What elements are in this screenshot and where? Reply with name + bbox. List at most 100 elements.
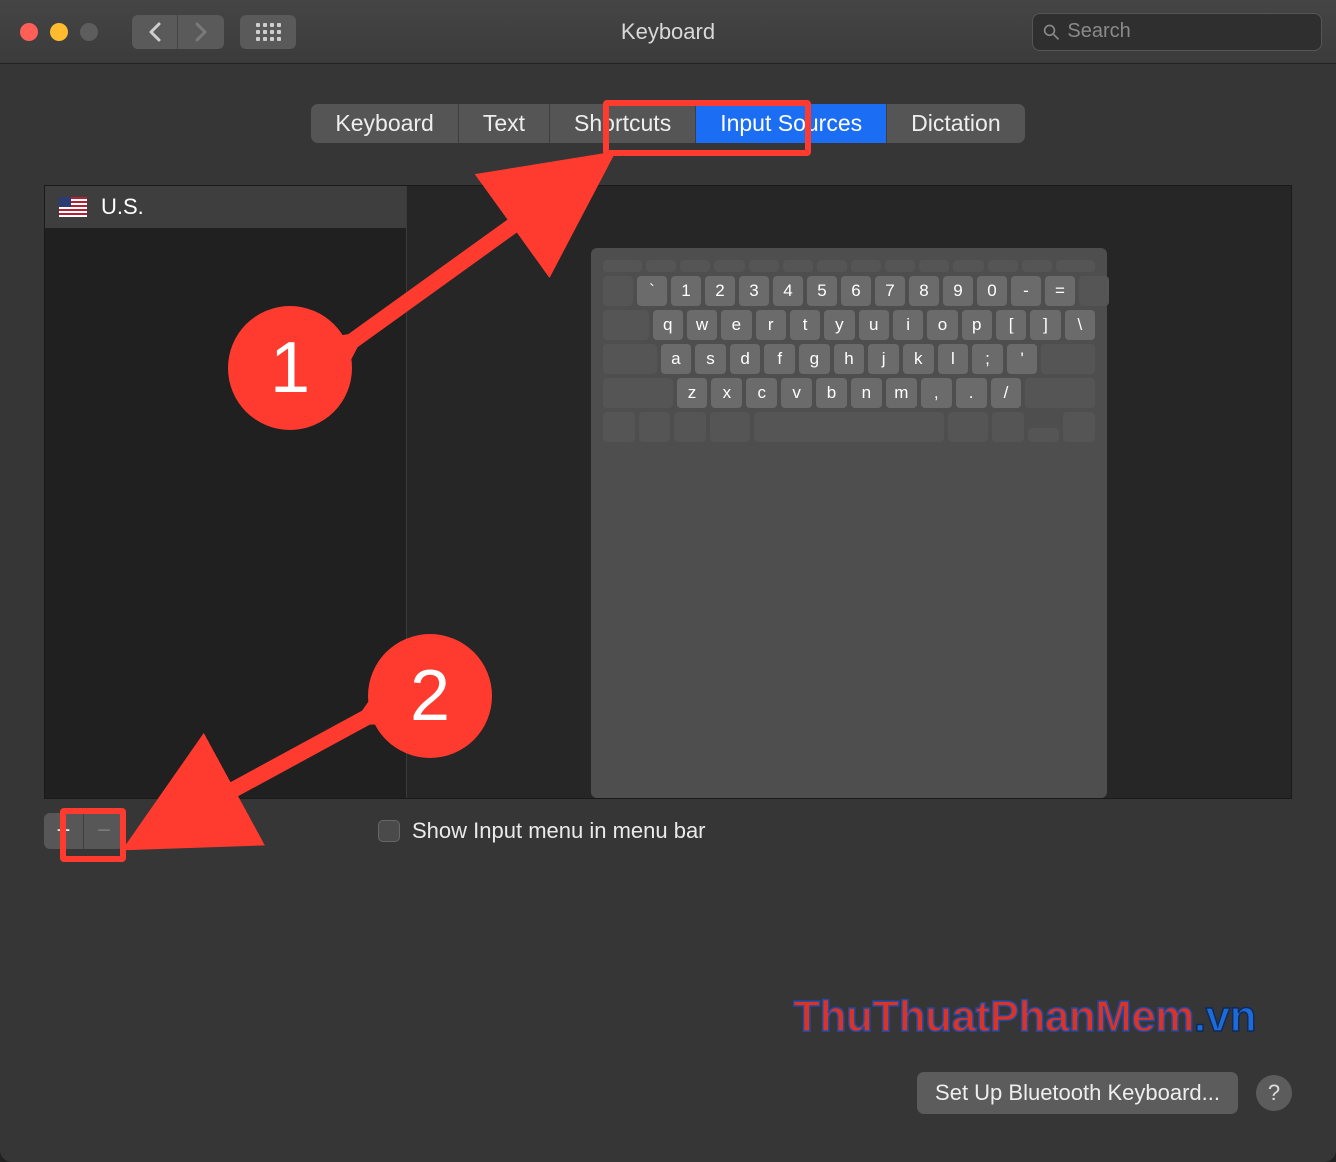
traffic-lights <box>20 23 98 41</box>
remove-source-button[interactable]: − <box>84 813 124 849</box>
sources-footer-row: + − Show Input menu in menu bar <box>44 813 1292 849</box>
titlebar: Keyboard <box>0 0 1336 64</box>
key: 9 <box>943 276 973 306</box>
key: o <box>927 310 957 340</box>
key: t <box>790 310 820 340</box>
nav-buttons <box>132 15 224 49</box>
input-source-row[interactable]: U.S. <box>45 186 406 228</box>
key: m <box>886 378 917 408</box>
key: p <box>962 310 992 340</box>
tab-dictation[interactable]: Dictation <box>887 104 1024 143</box>
key: x <box>711 378 742 408</box>
key: h <box>834 344 865 374</box>
show-input-menu-label: Show Input menu in menu bar <box>412 818 706 844</box>
key: / <box>991 378 1022 408</box>
key: n <box>851 378 882 408</box>
key: s <box>695 344 726 374</box>
tab-input-sources[interactable]: Input Sources <box>696 104 887 143</box>
search-field-wrap[interactable] <box>1032 13 1322 51</box>
key: - <box>1011 276 1041 306</box>
key: e <box>721 310 751 340</box>
zoom-window-button[interactable] <box>80 23 98 41</box>
key: z <box>677 378 708 408</box>
setup-bluetooth-keyboard-button[interactable]: Set Up Bluetooth Keyboard... <box>917 1072 1238 1114</box>
chevron-left-icon <box>148 22 161 42</box>
watermark-part1: ThuThuatPhanMem <box>793 992 1194 1041</box>
key: 0 <box>977 276 1007 306</box>
key <box>603 344 657 374</box>
key: , <box>921 378 952 408</box>
key: ; <box>972 344 1003 374</box>
key: = <box>1045 276 1075 306</box>
key: v <box>781 378 812 408</box>
key: \ <box>1065 310 1095 340</box>
input-sources-list[interactable]: U.S. <box>45 186 407 798</box>
key: k <box>903 344 934 374</box>
key: 4 <box>773 276 803 306</box>
tab-text[interactable]: Text <box>459 104 550 143</box>
key: w <box>687 310 717 340</box>
key: ] <box>1030 310 1060 340</box>
key: ' <box>1007 344 1038 374</box>
forward-button[interactable] <box>178 15 224 49</box>
grid-icon <box>256 23 281 41</box>
key: 6 <box>841 276 871 306</box>
annotation-badge-2: 2 <box>368 634 492 758</box>
key: . <box>956 378 987 408</box>
key: i <box>893 310 923 340</box>
add-remove-control: + − <box>44 813 124 849</box>
key: 1 <box>671 276 701 306</box>
key: r <box>756 310 786 340</box>
annotation-badge-1: 1 <box>228 306 352 430</box>
show-input-menu-checkbox[interactable] <box>378 820 400 842</box>
tab-shortcuts[interactable]: Shortcuts <box>550 104 696 143</box>
key: [ <box>996 310 1026 340</box>
tab-bar: Keyboard Text Shortcuts Input Sources Di… <box>44 104 1292 143</box>
key: d <box>730 344 761 374</box>
key: 2 <box>705 276 735 306</box>
key <box>603 276 633 306</box>
key <box>1025 378 1095 408</box>
show-input-menu-row[interactable]: Show Input menu in menu bar <box>378 818 706 844</box>
chevron-right-icon <box>195 22 208 42</box>
watermark-part2: .vn <box>1194 992 1256 1041</box>
tab-segmented-control: Keyboard Text Shortcuts Input Sources Di… <box>311 104 1024 143</box>
help-button[interactable]: ? <box>1256 1075 1292 1111</box>
preferences-window: Keyboard Keyboard Text Shortcuts Input S… <box>0 0 1336 1162</box>
key: f <box>764 344 795 374</box>
key <box>1079 276 1109 306</box>
key <box>603 310 649 340</box>
us-flag-icon <box>59 197 87 217</box>
key <box>1041 344 1095 374</box>
input-source-label: U.S. <box>101 194 144 220</box>
key: 3 <box>739 276 769 306</box>
input-sources-panel: U.S. ` 1 <box>44 185 1292 799</box>
keyboard-graphic: ` 1 2 3 4 5 6 7 8 9 0 - = <box>591 248 1107 798</box>
show-all-button[interactable] <box>240 15 296 49</box>
search-input[interactable] <box>1067 20 1311 43</box>
minimize-window-button[interactable] <box>50 23 68 41</box>
watermark: ThuThuatPhanMem.vn <box>793 992 1256 1042</box>
key: l <box>938 344 969 374</box>
tab-keyboard[interactable]: Keyboard <box>311 104 458 143</box>
keyboard-preview: ` 1 2 3 4 5 6 7 8 9 0 - = <box>407 186 1291 798</box>
body: Keyboard Text Shortcuts Input Sources Di… <box>0 64 1336 879</box>
key: 5 <box>807 276 837 306</box>
key: j <box>868 344 899 374</box>
key: ` <box>637 276 667 306</box>
footer: Set Up Bluetooth Keyboard... ? <box>917 1072 1292 1114</box>
key: q <box>653 310 683 340</box>
key: 7 <box>875 276 905 306</box>
key: a <box>661 344 692 374</box>
key: g <box>799 344 830 374</box>
key: 8 <box>909 276 939 306</box>
key: u <box>859 310 889 340</box>
back-button[interactable] <box>132 15 178 49</box>
key: b <box>816 378 847 408</box>
key <box>603 378 673 408</box>
search-icon <box>1043 23 1059 41</box>
add-source-button[interactable]: + <box>44 813 84 849</box>
key: c <box>746 378 777 408</box>
close-window-button[interactable] <box>20 23 38 41</box>
key: y <box>824 310 854 340</box>
